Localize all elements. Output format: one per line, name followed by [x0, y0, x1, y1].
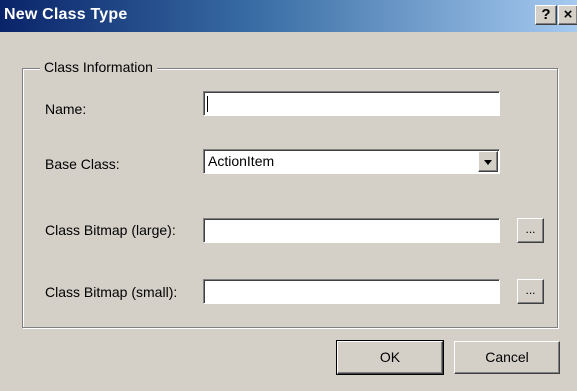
base-class-label: Base Class: [45, 156, 120, 172]
help-button[interactable]: ? [535, 5, 557, 25]
bitmap-large-input[interactable] [203, 218, 500, 243]
close-icon: × [563, 6, 573, 23]
base-class-value: ActionItem [208, 153, 275, 169]
title-bar[interactable]: New Class Type ? × [0, 0, 577, 32]
bitmap-small-input[interactable] [203, 279, 500, 304]
bitmap-large-label: Class Bitmap (large): [45, 222, 176, 238]
base-class-select[interactable]: ActionItem [203, 149, 500, 174]
cancel-button[interactable]: Cancel [454, 341, 560, 374]
bitmap-small-label: Class Bitmap (small): [45, 284, 178, 300]
chevron-down-icon[interactable] [478, 151, 498, 172]
group-legend: Class Information [40, 59, 157, 75]
name-label: Name: [45, 101, 87, 117]
text-caret [207, 96, 208, 112]
name-input[interactable] [203, 91, 500, 116]
close-button[interactable]: × [558, 5, 577, 25]
window-title: New Class Type [4, 6, 128, 23]
bitmap-large-browse-button[interactable]: ... [517, 218, 544, 243]
help-icon: ? [541, 6, 551, 23]
ok-button[interactable]: OK [336, 340, 444, 375]
bitmap-small-browse-button[interactable]: ... [517, 279, 544, 304]
